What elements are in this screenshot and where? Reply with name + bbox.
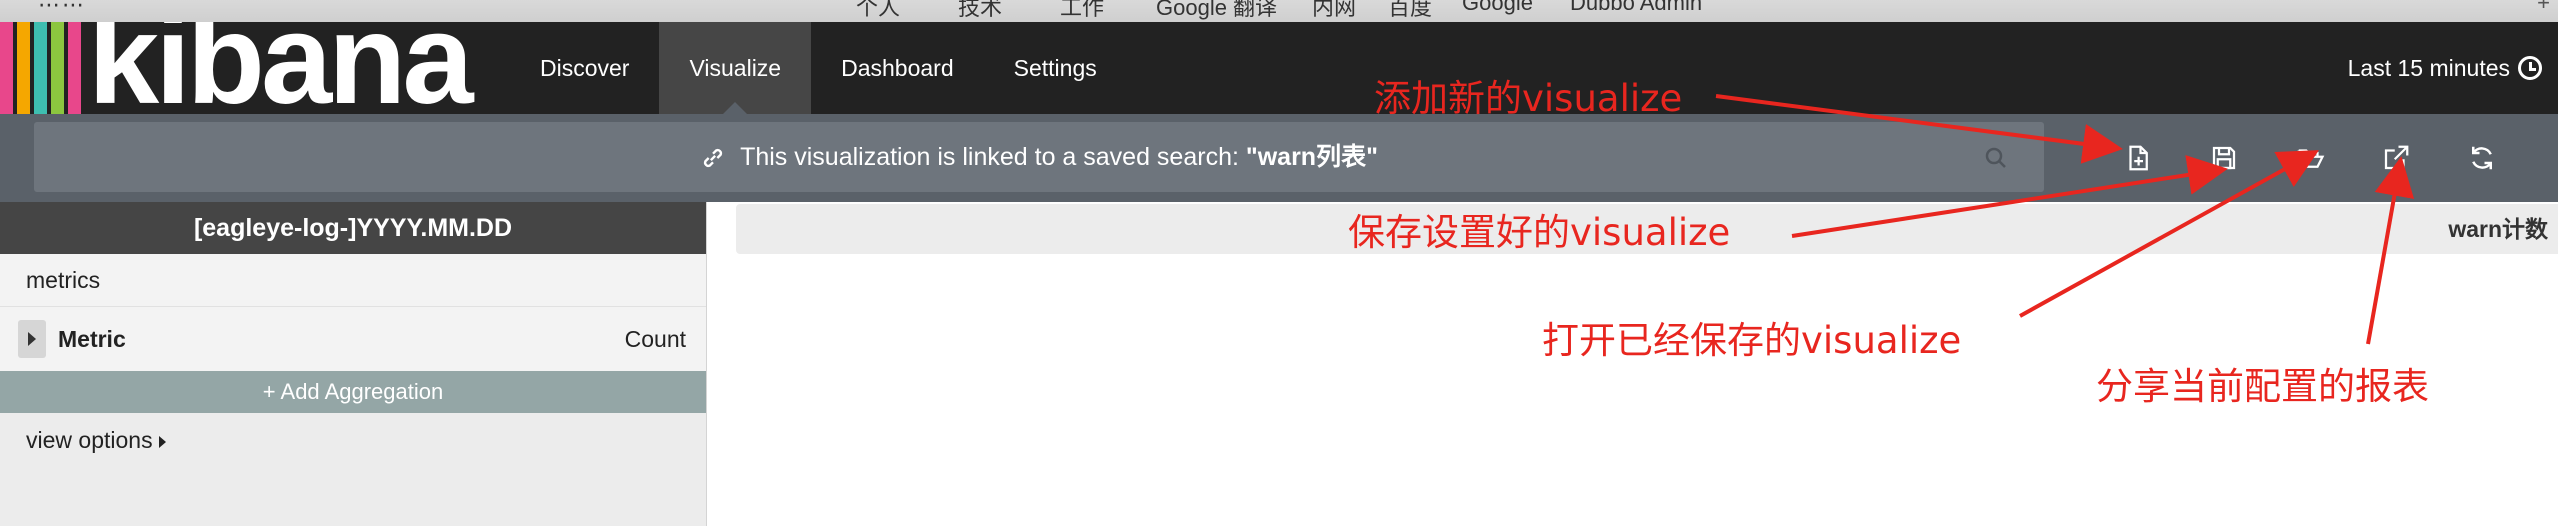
refresh-icon — [2472, 146, 2492, 170]
kibana-nav-bar: kibana Discover Visualize Dashboard Sett… — [0, 22, 2558, 114]
save-icon — [2212, 146, 2236, 170]
time-range-label: Last 15 minutes — [2347, 55, 2510, 81]
logo-color-bars — [0, 22, 85, 114]
apps-grid-icon[interactable]: ⋯⋯ — [38, 0, 86, 18]
open-folder-icon — [2297, 149, 2325, 168]
annotation-open: 打开已经保存的visualize — [1542, 319, 1962, 362]
kibana-logo[interactable]: kibana — [0, 22, 510, 114]
bookmark-item[interactable]: Dubbo Admin — [1570, 0, 1702, 16]
browser-bookmarks-bar: ⋯⋯ 个人 技术 工作 Google 翻译 内网 百度 Google Dubbo… — [0, 0, 2558, 23]
view-options-toggle[interactable]: view options — [0, 413, 706, 467]
tab-settings[interactable]: Settings — [984, 22, 1127, 114]
visualization-title: warn计数 — [2448, 216, 2548, 242]
tab-dashboard[interactable]: Dashboard — [811, 22, 984, 114]
bookmark-item[interactable]: Google — [1462, 0, 1533, 16]
share-icon — [2384, 145, 2409, 170]
bookmark-item[interactable]: 个人 — [856, 0, 900, 22]
visualize-toolbar — [2095, 136, 2525, 180]
annotation-save: 保存设置好的visualize — [1348, 211, 1731, 254]
linked-search-prefix: This visualization is linked to a saved … — [740, 143, 1246, 171]
bookmark-item[interactable]: 技术 — [958, 0, 1002, 22]
tab-visualize[interactable]: Visualize — [659, 22, 812, 114]
nav-tabs: Discover Visualize Dashboard Settings — [510, 22, 1127, 114]
clock-icon — [2518, 56, 2542, 80]
index-pattern-title: [eagleye-log-]YYYY.MM.DD — [0, 202, 706, 254]
logo-text: kibana — [88, 22, 473, 114]
bookmark-item[interactable]: 内网 — [1312, 0, 1356, 22]
linked-search-notice[interactable]: This visualization is linked to a saved … — [34, 122, 2044, 192]
bookmark-item[interactable]: Google 翻译 — [1156, 0, 1277, 22]
metric-aggregation-type: Count — [624, 325, 686, 352]
caret-right-icon — [28, 332, 36, 346]
saved-search-name: "warn列表" — [1245, 143, 1378, 171]
open-visualization-button[interactable] — [2267, 136, 2353, 180]
caret-right-icon — [158, 435, 166, 448]
save-visualization-button[interactable] — [2181, 136, 2267, 180]
metrics-section-label: metrics — [0, 254, 706, 306]
bookmark-item[interactable]: 工作 — [1060, 0, 1104, 22]
metric-label: Metric — [58, 325, 126, 352]
link-icon — [703, 149, 723, 168]
bookmark-item[interactable]: 百度 — [1388, 0, 1432, 22]
metric-aggregation-row[interactable]: Metric Count — [0, 306, 706, 371]
add-aggregation-button[interactable]: + Add Aggregation — [0, 371, 706, 413]
expand-toggle-button[interactable] — [18, 320, 46, 358]
share-visualization-button[interactable] — [2353, 136, 2439, 180]
time-picker[interactable]: Last 15 minutes — [2348, 22, 2542, 114]
refresh-button[interactable] — [2439, 136, 2525, 180]
search-icon[interactable] — [1984, 146, 2008, 170]
new-visualization-icon — [2129, 145, 2148, 171]
new-tab-icon[interactable]: + — [2537, 0, 2550, 16]
view-options-label: view options — [26, 427, 153, 453]
new-visualization-button[interactable] — [2095, 136, 2181, 180]
vis-editor-sidebar: [eagleye-log-]YYYY.MM.DD metrics Metric … — [0, 202, 707, 526]
annotation-new: 添加新的visualize — [1374, 77, 1683, 120]
saved-search-bar: This visualization is linked to a saved … — [0, 114, 2558, 202]
tab-discover[interactable]: Discover — [510, 22, 659, 114]
annotation-share: 分享当前配置的报表 — [2096, 365, 2429, 408]
